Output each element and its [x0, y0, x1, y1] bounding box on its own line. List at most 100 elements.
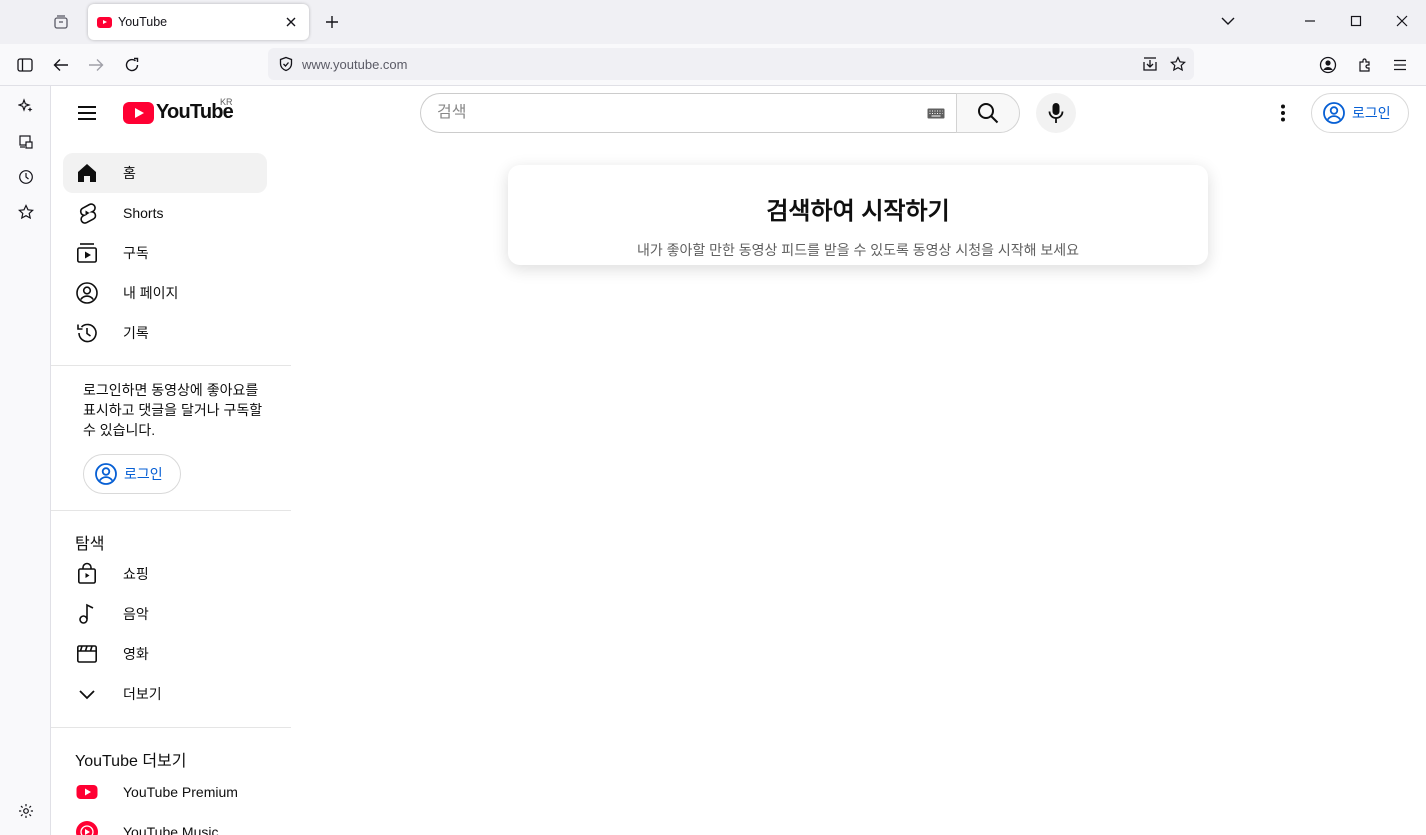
bookmark-star-button[interactable]	[1166, 52, 1190, 76]
youtube-music-icon	[75, 820, 99, 835]
guide-item-label: YouTube Premium	[123, 784, 238, 800]
back-button[interactable]	[46, 50, 76, 80]
account-button[interactable]	[1313, 50, 1343, 80]
signin-label: 로그인	[1352, 105, 1391, 121]
browser-sidebar	[0, 86, 51, 835]
shorts-icon	[75, 201, 99, 225]
close-icon	[286, 17, 296, 27]
sidebar-toggle-button[interactable]	[10, 50, 40, 80]
guide-item-label: YouTube Music	[123, 824, 219, 835]
guide-item-label: Shorts	[123, 205, 164, 221]
browser-tab-youtube[interactable]: YouTube	[88, 4, 309, 40]
list-all-tabs-button[interactable]	[1212, 6, 1244, 36]
bookmarks-sidebar-button[interactable]	[12, 198, 40, 226]
arrow-left-icon	[53, 59, 68, 71]
history-sidebar-button[interactable]	[12, 163, 40, 191]
reload-icon	[125, 57, 139, 72]
hamburger-icon	[78, 106, 96, 120]
clock-icon	[19, 170, 33, 184]
maximize-button[interactable]	[1340, 6, 1372, 36]
search-button[interactable]	[956, 93, 1020, 133]
ai-chatbot-button[interactable]	[12, 92, 40, 120]
signin-label: 로그인	[124, 466, 163, 482]
search-bar	[420, 93, 1020, 133]
tab-overview-icon	[54, 15, 68, 29]
forward-button[interactable]	[81, 50, 111, 80]
browser-tab-strip: YouTube	[0, 0, 1426, 44]
guide-item-label: 더보기	[123, 686, 162, 702]
feed-nudge-title: 검색하여 시작하기	[766, 198, 950, 225]
download-tray-icon	[1143, 57, 1157, 71]
youtube-page: YouTube KR 로그인 홈	[51, 86, 1426, 835]
subscriptions-icon	[75, 241, 99, 265]
guide-item-you[interactable]: 내 페이지	[63, 273, 267, 313]
account-circle-icon	[1323, 102, 1345, 124]
history-icon	[75, 321, 99, 345]
tab-title: YouTube	[118, 15, 168, 29]
minimize-button[interactable]	[1294, 6, 1326, 36]
keyboard-icon	[927, 108, 945, 118]
chevron-down-icon	[1221, 17, 1235, 25]
hamburger-icon	[1394, 59, 1406, 71]
guide-menu-button[interactable]	[67, 93, 107, 133]
search-input[interactable]	[437, 104, 916, 122]
guide-item-show-more[interactable]: 더보기	[63, 674, 267, 714]
more-vertical-icon	[1281, 104, 1285, 122]
microphone-icon	[1048, 103, 1064, 123]
guide-item-shopping[interactable]: 쇼핑	[63, 554, 267, 594]
youtube-logo[interactable]: YouTube KR	[123, 97, 234, 124]
account-circle-icon	[95, 463, 117, 485]
sidebar-settings-button[interactable]	[12, 797, 40, 825]
star-icon	[1170, 56, 1186, 72]
account-icon	[75, 281, 99, 305]
app-menu-button[interactable]	[1385, 50, 1415, 80]
shopping-bag-icon	[75, 562, 99, 586]
close-icon	[1396, 15, 1408, 27]
voice-search-button[interactable]	[1036, 93, 1076, 133]
country-code: KR	[220, 97, 233, 107]
maximize-icon	[1350, 15, 1362, 27]
guide-item-shorts[interactable]: Shorts	[63, 193, 267, 233]
virtual-keyboard-button[interactable]	[916, 94, 956, 132]
feed-nudge-subtitle: 내가 좋아할 만한 동영상 피드를 받을 수 있도록 동영상 시청을 시작해 보…	[636, 242, 1080, 258]
music-note-icon	[75, 602, 99, 626]
guide-item-label: 내 페이지	[123, 285, 179, 301]
guide-item-home[interactable]: 홈	[63, 153, 267, 193]
tab-close-button[interactable]	[281, 12, 301, 32]
sidebar-icon	[17, 58, 33, 72]
search-icon	[978, 103, 999, 124]
window-close-button[interactable]	[1386, 6, 1418, 36]
tab-list-button[interactable]	[46, 7, 76, 37]
guide-item-history[interactable]: 기록	[63, 313, 267, 353]
arrow-right-icon	[89, 59, 104, 71]
chevron-down-icon	[75, 682, 99, 706]
guide-item-music[interactable]: 음악	[63, 594, 267, 634]
youtube-play-icon	[123, 101, 154, 124]
movie-clapper-icon	[75, 642, 99, 666]
tracking-protection-icon[interactable]	[276, 54, 296, 74]
gear-icon	[19, 804, 33, 818]
address-bar[interactable]: www.youtube.com	[268, 48, 1194, 80]
guide-item-youtube-premium[interactable]: YouTube Premium	[63, 772, 267, 812]
guide-signin-button[interactable]: 로그인	[83, 454, 181, 494]
youtube-premium-icon	[75, 780, 99, 804]
url-text[interactable]: www.youtube.com	[302, 57, 1138, 72]
reload-button[interactable]	[117, 50, 147, 80]
guide-item-movies[interactable]: 영화	[63, 634, 267, 674]
guide-item-label: 기록	[123, 325, 149, 341]
extensions-button[interactable]	[1350, 50, 1380, 80]
plus-icon	[326, 16, 338, 28]
more-from-youtube-title: YouTube 더보기	[75, 753, 187, 770]
save-page-button[interactable]	[1138, 52, 1162, 76]
new-tab-button[interactable]	[318, 8, 346, 36]
signin-button[interactable]: 로그인	[1311, 93, 1409, 133]
guide-divider	[51, 365, 291, 366]
star-icon	[18, 204, 34, 220]
guide-item-youtube-music[interactable]: YouTube Music	[63, 812, 267, 835]
guide-item-subscriptions[interactable]: 구독	[63, 233, 267, 273]
synced-tabs-button[interactable]	[12, 128, 40, 156]
minimize-icon	[1305, 20, 1315, 22]
guide-item-label: 홈	[123, 165, 136, 181]
settings-menu-button[interactable]	[1263, 93, 1303, 133]
signin-prompt-text: 로그인하면 동영상에 좋아요를 표시하고 댓글을 달거나 구독할 수 있습니다.	[83, 382, 263, 438]
